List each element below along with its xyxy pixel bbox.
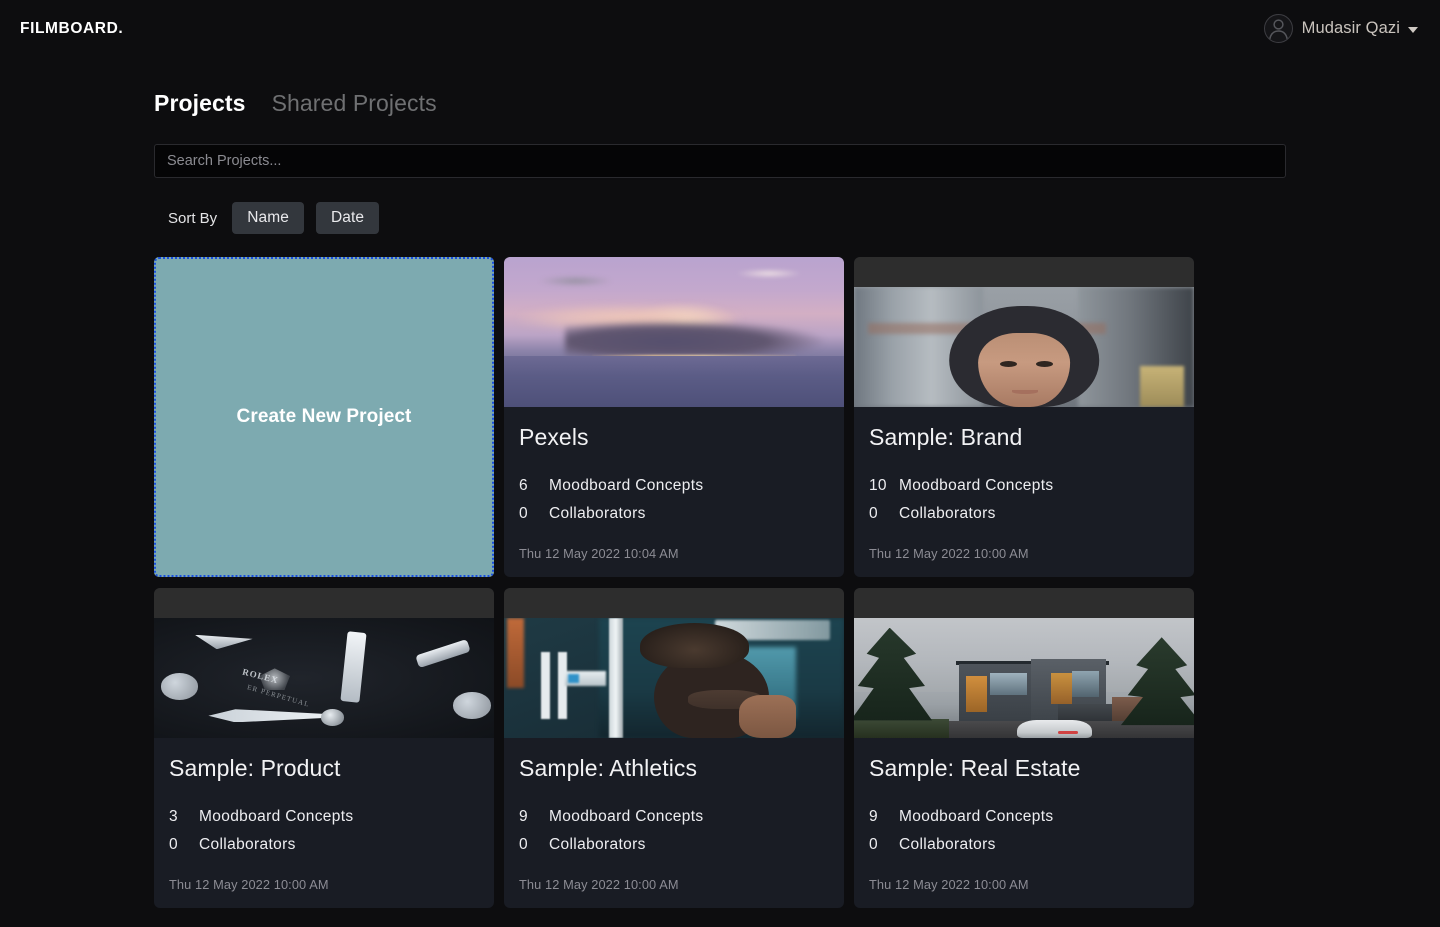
projects-grid: Create New Project Pexel	[154, 257, 1286, 908]
project-title: Sample: Athletics	[519, 756, 829, 781]
moodboard-concepts-stat: 3 Moodboard Concepts	[169, 803, 479, 831]
project-stats: 3 Moodboard Concepts 0 Collaborators	[169, 803, 479, 858]
top-navigation-bar: FILMBOARD. Mudasir Qazi	[0, 0, 1440, 60]
moodboard-concepts-label: Moodboard Concepts	[899, 803, 1054, 831]
rolex-watch-thumbnail: ROLEX ER PERPETUAL	[154, 588, 494, 738]
collaborators-count: 0	[869, 831, 899, 859]
collaborators-count: 0	[519, 831, 549, 859]
moodboard-concepts-count: 9	[869, 803, 899, 831]
sort-bar: Sort By Name Date	[154, 202, 1286, 234]
collaborators-stat: 0 Collaborators	[519, 831, 829, 859]
moodboard-concepts-stat: 9 Moodboard Concepts	[519, 803, 829, 831]
app-logo[interactable]: FILMBOARD.	[20, 20, 123, 38]
project-card[interactable]: Sample: Real Estate 9 Moodboard Concepts…	[854, 588, 1194, 908]
moodboard-concepts-stat: 9 Moodboard Concepts	[869, 803, 1179, 831]
project-stats: 6 Moodboard Concepts 0 Collaborators	[519, 472, 829, 527]
tab-bar: Projects Shared Projects	[154, 90, 1286, 117]
create-new-project-card[interactable]: Create New Project	[154, 257, 494, 577]
moodboard-concepts-label: Moodboard Concepts	[549, 472, 704, 500]
moodboard-concepts-count: 6	[519, 472, 549, 500]
collaborators-count: 0	[519, 500, 549, 528]
moodboard-concepts-label: Moodboard Concepts	[899, 472, 1054, 500]
sort-by-date-button[interactable]: Date	[316, 202, 379, 234]
user-name-label: Mudasir Qazi	[1302, 19, 1400, 38]
collaborators-stat: 0 Collaborators	[519, 500, 829, 528]
project-card[interactable]: ROLEX ER PERPETUAL Sample: Product 3 Moo…	[154, 588, 494, 908]
collaborators-stat: 0 Collaborators	[869, 500, 1179, 528]
collaborators-label: Collaborators	[549, 831, 646, 859]
project-stats: 9 Moodboard Concepts 0 Collaborators	[519, 803, 829, 858]
project-title: Pexels	[519, 425, 829, 450]
collaborators-label: Collaborators	[199, 831, 296, 859]
collaborators-count: 0	[169, 831, 199, 859]
collaborators-count: 0	[869, 500, 899, 528]
collaborators-label: Collaborators	[549, 500, 646, 528]
search-input[interactable]	[154, 144, 1286, 178]
sort-by-name-button[interactable]: Name	[232, 202, 304, 234]
collaborators-stat: 0 Collaborators	[169, 831, 479, 859]
chevron-down-icon[interactable]	[1408, 27, 1418, 33]
project-stats: 10 Moodboard Concepts 0 Collaborators	[869, 472, 1179, 527]
moodboard-concepts-stat: 10 Moodboard Concepts	[869, 472, 1179, 500]
collaborators-stat: 0 Collaborators	[869, 831, 1179, 859]
project-card[interactable]: Pexels 6 Moodboard Concepts 0 Collaborat…	[504, 257, 844, 577]
projects-page: Projects Shared Projects Sort By Name Da…	[0, 90, 1440, 908]
project-timestamp: Thu 12 May 2022 10:04 AM	[519, 546, 829, 577]
moodboard-concepts-count: 3	[169, 803, 199, 831]
collaborators-label: Collaborators	[899, 500, 996, 528]
project-stats: 9 Moodboard Concepts 0 Collaborators	[869, 803, 1179, 858]
project-title: Sample: Brand	[869, 425, 1179, 450]
project-timestamp: Thu 12 May 2022 10:00 AM	[869, 546, 1179, 577]
project-title: Sample: Product	[169, 756, 479, 781]
sunset-ocean-thumbnail	[504, 257, 844, 407]
moodboard-concepts-label: Moodboard Concepts	[549, 803, 704, 831]
project-card-body: Sample: Athletics 9 Moodboard Concepts 0…	[504, 738, 844, 908]
project-card[interactable]: Sample: Athletics 9 Moodboard Concepts 0…	[504, 588, 844, 908]
project-card-body: Pexels 6 Moodboard Concepts 0 Collaborat…	[504, 407, 844, 577]
project-timestamp: Thu 12 May 2022 10:00 AM	[169, 877, 479, 908]
user-avatar-icon	[1264, 14, 1293, 43]
project-card-body: Sample: Real Estate 9 Moodboard Concepts…	[854, 738, 1194, 908]
moodboard-concepts-count: 9	[519, 803, 549, 831]
tab-shared-projects[interactable]: Shared Projects	[272, 90, 437, 117]
project-title: Sample: Real Estate	[869, 756, 1179, 781]
moodboard-concepts-label: Moodboard Concepts	[199, 803, 354, 831]
project-card-body: Sample: Product 3 Moodboard Concepts 0 C…	[154, 738, 494, 908]
gym-athlete-thumbnail	[504, 588, 844, 738]
collaborators-label: Collaborators	[899, 831, 996, 859]
project-timestamp: Thu 12 May 2022 10:00 AM	[869, 877, 1179, 908]
create-new-project-label: Create New Project	[237, 406, 412, 428]
project-card[interactable]: Sample: Brand 10 Moodboard Concepts 0 Co…	[854, 257, 1194, 577]
sort-by-label: Sort By	[168, 210, 217, 227]
modern-house-thumbnail	[854, 588, 1194, 738]
project-card-body: Sample: Brand 10 Moodboard Concepts 0 Co…	[854, 407, 1194, 577]
user-menu[interactable]: Mudasir Qazi	[1264, 14, 1418, 43]
portrait-street-thumbnail	[854, 257, 1194, 407]
moodboard-concepts-stat: 6 Moodboard Concepts	[519, 472, 829, 500]
tab-projects[interactable]: Projects	[154, 90, 246, 117]
moodboard-concepts-count: 10	[869, 472, 899, 500]
project-timestamp: Thu 12 May 2022 10:00 AM	[519, 877, 829, 908]
